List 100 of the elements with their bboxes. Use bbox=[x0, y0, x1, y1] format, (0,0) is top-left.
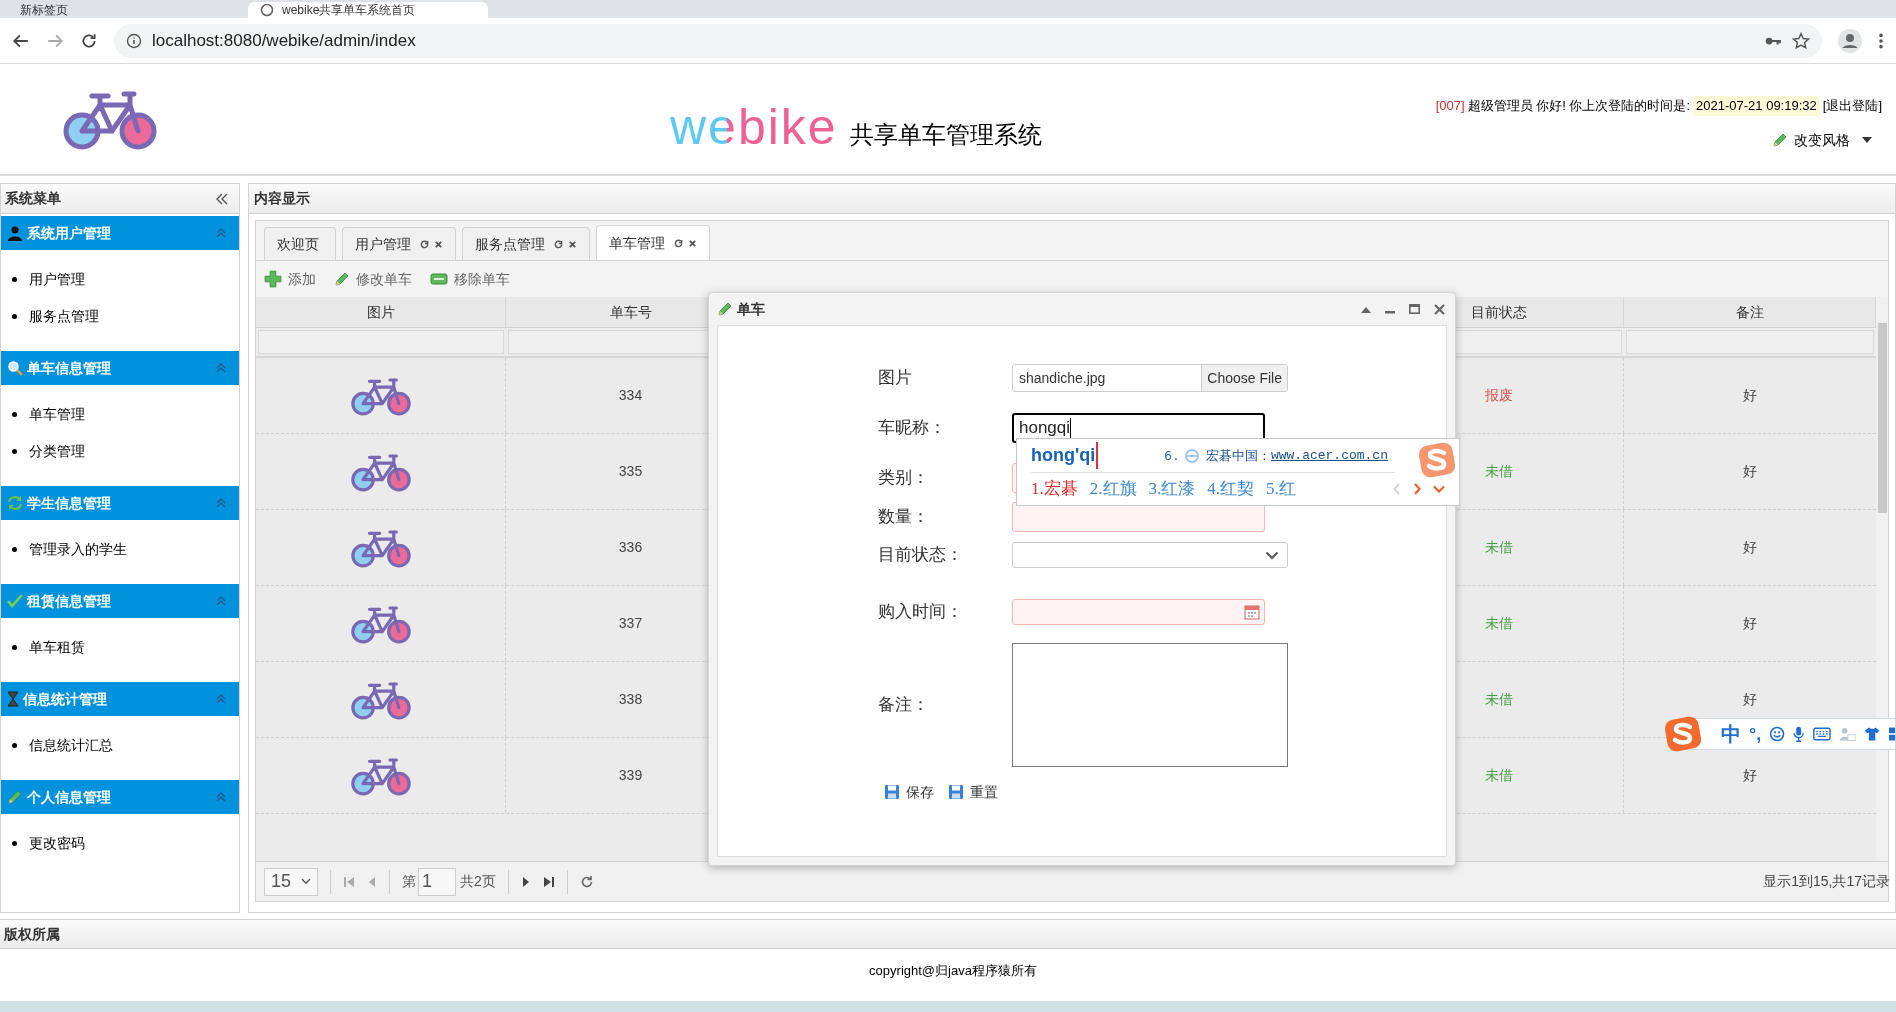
caret-icon bbox=[1862, 137, 1872, 143]
grid-icon[interactable] bbox=[1888, 725, 1895, 743]
tab[interactable]: 用户管理 bbox=[342, 227, 456, 260]
close-icon[interactable] bbox=[688, 238, 697, 248]
table-cell-text: 好 bbox=[1743, 766, 1757, 785]
keyboard-icon[interactable] bbox=[1812, 726, 1831, 742]
toolbar-button[interactable]: 移除单车 bbox=[430, 268, 510, 290]
collapse-icon[interactable] bbox=[215, 191, 229, 206]
chevron-down-icon bbox=[1265, 550, 1279, 560]
ime-candidate[interactable]: 3.红漆 bbox=[1148, 476, 1196, 502]
table-cell-text: 339 bbox=[618, 766, 643, 785]
plus-icon bbox=[264, 270, 282, 288]
table-cell-text: 338 bbox=[618, 690, 643, 709]
shirt-icon[interactable] bbox=[1864, 725, 1881, 743]
info-icon[interactable] bbox=[126, 32, 142, 49]
panel-title: 版权所属 bbox=[4, 924, 60, 944]
page-total: 共2页 bbox=[460, 872, 496, 891]
table-cell-text: 好 bbox=[1743, 614, 1757, 633]
ime-candidate[interactable]: 1.宏碁 bbox=[1031, 476, 1078, 502]
toolbar-button[interactable]: 修改单车 bbox=[334, 268, 412, 290]
tab[interactable]: 欢迎页 bbox=[264, 227, 336, 260]
status-text: 未借 bbox=[1484, 766, 1513, 785]
save-icon bbox=[884, 784, 900, 800]
table-cell-text: 好 bbox=[1743, 386, 1757, 405]
tab[interactable]: 单车管理 bbox=[596, 225, 710, 260]
chevron-right-icon[interactable] bbox=[1413, 483, 1421, 495]
page-size-select[interactable]: 15 bbox=[264, 867, 318, 896]
pencil-icon bbox=[334, 271, 350, 287]
menu-item[interactable]: 管理录入的学生 bbox=[29, 539, 127, 560]
profile-icon[interactable] bbox=[1838, 28, 1862, 53]
chevron-down-icon[interactable] bbox=[1433, 485, 1445, 493]
browser-tab[interactable]: 新标签页 bbox=[8, 2, 248, 18]
pencil-icon bbox=[717, 301, 733, 317]
table-cell-text: 337 bbox=[618, 614, 643, 633]
hint-link[interactable]: www.acer.com.cn bbox=[1270, 445, 1388, 466]
table-cell-text: 好 bbox=[1743, 690, 1757, 709]
smiley-icon[interactable] bbox=[1769, 724, 1786, 744]
field-label: 图片 bbox=[878, 367, 913, 390]
close-icon[interactable] bbox=[1434, 303, 1445, 315]
form-button[interactable]: 重置 bbox=[948, 781, 998, 803]
logout-link[interactable]: [退出登陆] bbox=[1822, 96, 1882, 116]
status-text: 报废 bbox=[1484, 386, 1513, 405]
style-menu[interactable]: 改变风格 bbox=[1772, 129, 1872, 151]
date-field[interactable] bbox=[1012, 599, 1265, 625]
menu-item[interactable]: 更改密码 bbox=[29, 833, 85, 854]
punctuation-toggle[interactable]: °, bbox=[1749, 720, 1762, 748]
panel-title: 系统菜单 bbox=[5, 189, 61, 208]
close-icon[interactable] bbox=[568, 239, 577, 249]
table-cell-text: 335 bbox=[618, 462, 643, 481]
ime-composition: hong'qi bbox=[1031, 442, 1099, 469]
refresh-icon[interactable] bbox=[579, 874, 594, 889]
chevron-up-icon bbox=[215, 595, 227, 607]
address-bar[interactable]: localhost:8080/webike/admin/index bbox=[114, 23, 1822, 58]
last-page-icon[interactable] bbox=[542, 875, 555, 888]
ime-candidate[interactable]: 2.红旗 bbox=[1089, 476, 1137, 502]
chevron-up-icon bbox=[215, 362, 227, 374]
ime-candidate[interactable]: 5.红 bbox=[1266, 476, 1296, 502]
tab[interactable]: 服务点管理 bbox=[462, 227, 590, 260]
ime-mode[interactable]: 中 bbox=[1721, 719, 1741, 749]
collapse-icon[interactable] bbox=[1361, 305, 1371, 313]
select-field[interactable] bbox=[1012, 542, 1288, 568]
star-icon[interactable] bbox=[1792, 31, 1810, 50]
record-summary: 显示1到15,共17记录 bbox=[1763, 872, 1890, 891]
user-icon bbox=[7, 225, 23, 241]
menu-item[interactable]: 信息统计汇总 bbox=[29, 735, 113, 756]
menu-item[interactable]: 服务点管理 bbox=[29, 306, 99, 327]
table-cell-text: 334 bbox=[618, 386, 643, 405]
refresh-icon bbox=[7, 495, 23, 511]
reload-icon[interactable] bbox=[80, 31, 98, 50]
refresh-icon[interactable] bbox=[554, 239, 563, 249]
menu-item[interactable]: 单车管理 bbox=[29, 404, 85, 425]
file-name-field[interactable]: shandiche.jpg bbox=[1013, 367, 1202, 389]
menu-item[interactable]: 用户管理 bbox=[29, 269, 85, 290]
table-cell-text: 好 bbox=[1743, 462, 1757, 481]
text-area[interactable] bbox=[1012, 643, 1288, 767]
status-text: 未借 bbox=[1484, 614, 1513, 633]
refresh-icon[interactable] bbox=[420, 239, 429, 249]
form-button[interactable]: 保存 bbox=[884, 781, 934, 803]
browser-tab[interactable]: webike共享单车系统首页 bbox=[248, 2, 488, 18]
refresh-icon[interactable] bbox=[674, 238, 683, 248]
close-icon[interactable] bbox=[434, 239, 443, 249]
page-input[interactable]: 1 bbox=[418, 867, 456, 896]
hint-number: 6. bbox=[1164, 446, 1180, 465]
column-header: 图片 bbox=[256, 297, 506, 327]
scrollbar[interactable] bbox=[1876, 297, 1888, 861]
microphone-icon[interactable] bbox=[1793, 724, 1805, 744]
calendar-icon[interactable] bbox=[1244, 604, 1260, 620]
next-page-icon[interactable] bbox=[520, 875, 531, 888]
toolbar-button[interactable]: 添加 bbox=[264, 268, 316, 290]
maximize-icon[interactable] bbox=[1409, 304, 1420, 314]
field-label: 目前状态： bbox=[878, 544, 964, 567]
ime-candidate[interactable]: 4.红契 bbox=[1207, 476, 1254, 502]
field-label: 车昵称： bbox=[878, 417, 947, 440]
minus-icon bbox=[430, 273, 448, 285]
globe-icon bbox=[1183, 447, 1200, 464]
choose-file-button[interactable]: Choose File bbox=[1201, 365, 1287, 391]
field-label: 数量： bbox=[878, 506, 930, 529]
menu-item[interactable]: 分类管理 bbox=[29, 441, 85, 462]
menu-icon[interactable] bbox=[1878, 31, 1884, 50]
menu-item[interactable]: 单车租赁 bbox=[29, 637, 85, 658]
